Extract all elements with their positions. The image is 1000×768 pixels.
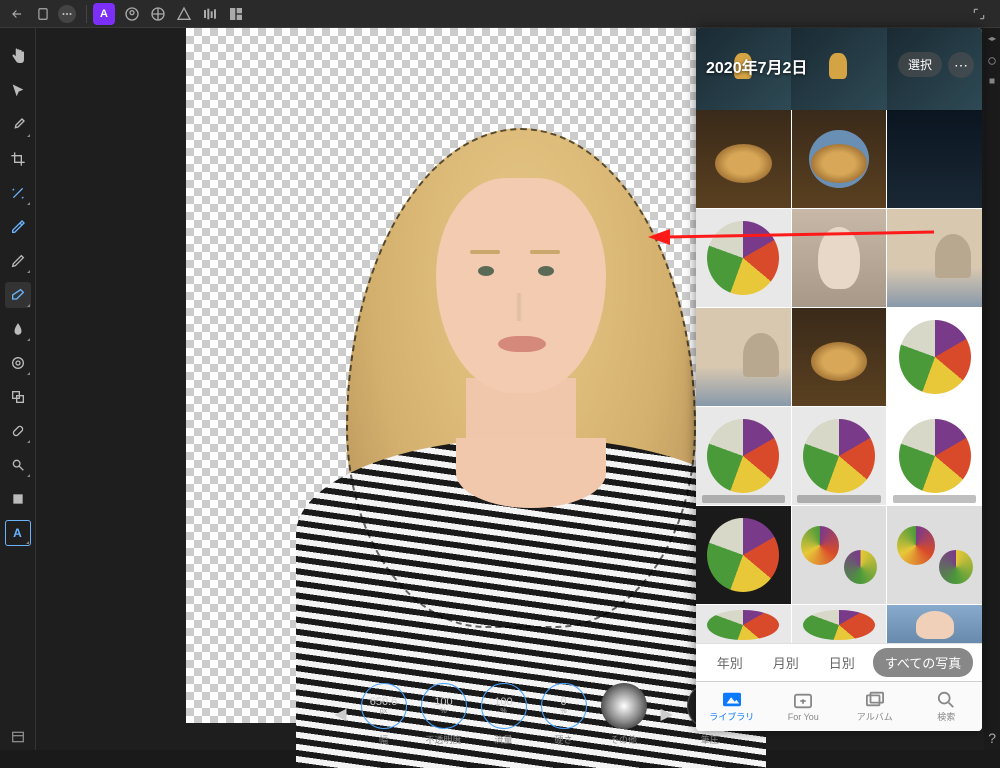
adjust-icon[interactable]	[987, 56, 997, 66]
pencil-tool[interactable]	[5, 248, 31, 274]
document-button[interactable]	[32, 3, 54, 25]
help-button[interactable]: ?	[988, 730, 996, 746]
brush-parameters: ◀ 650.6px 幅 100% 不透明度 100% 流量 0% 硬さ その他 …	[336, 678, 731, 750]
eyedropper-tool[interactable]	[5, 214, 31, 240]
tab-year[interactable]: 年別	[705, 648, 755, 677]
subject-portrait	[306, 98, 736, 748]
photo-thumb[interactable]	[887, 506, 982, 604]
photo-thumb[interactable]	[792, 308, 887, 406]
crop-tool[interactable]	[5, 146, 31, 172]
photo-thumb[interactable]	[792, 407, 887, 505]
persona-e-icon[interactable]	[225, 3, 247, 25]
search-icon	[935, 690, 957, 708]
persona-b-icon[interactable]	[147, 3, 169, 25]
clone-tool[interactable]	[5, 384, 31, 410]
app-icon[interactable]: A	[93, 3, 115, 25]
persona-d-icon[interactable]	[199, 3, 221, 25]
panel-toggle-icon[interactable]	[5, 724, 31, 750]
flow-dial[interactable]: 100% 流量	[481, 683, 527, 746]
time-scope-tabs: 年別 月別 日別 すべての写真	[696, 643, 982, 681]
photo-thumb[interactable]	[696, 605, 791, 643]
eraser-tool[interactable]	[5, 282, 31, 308]
blur-tool[interactable]	[5, 350, 31, 376]
photo-thumb[interactable]	[887, 605, 982, 643]
photo-thumb[interactable]	[887, 407, 982, 505]
topbar: A	[0, 0, 1000, 28]
photo-thumb[interactable]	[887, 209, 982, 307]
tab-day[interactable]: 日別	[817, 648, 867, 677]
select-button[interactable]: 選択	[898, 52, 942, 77]
text-tool[interactable]: A	[5, 520, 31, 546]
dodge-tool[interactable]	[5, 452, 31, 478]
params-prev-button[interactable]: ◀	[334, 704, 346, 724]
photos-header: 2020年7月2日 選択 ⋯	[696, 28, 982, 110]
persona-c-icon[interactable]	[173, 3, 195, 25]
tab-foryou[interactable]: For You	[768, 682, 840, 731]
photo-thumb[interactable]	[887, 110, 982, 208]
hand-tool[interactable]	[5, 44, 31, 70]
persona-a-icon[interactable]	[121, 3, 143, 25]
albums-icon	[864, 690, 886, 708]
brush-tool[interactable]	[5, 112, 31, 138]
back-button[interactable]	[6, 3, 28, 25]
photo-thumb[interactable]	[792, 605, 887, 643]
photo-thumb[interactable]	[792, 506, 887, 604]
photo-thumb[interactable]	[696, 407, 791, 505]
tab-albums[interactable]: アルバム	[839, 682, 911, 731]
photos-tabbar: ライブラリ For You アルバム 検索	[696, 681, 982, 731]
library-icon	[721, 690, 743, 708]
photo-thumb[interactable]	[696, 308, 791, 406]
fullscreen-icon[interactable]	[968, 3, 990, 25]
right-strip	[984, 28, 1000, 750]
tab-library[interactable]: ライブラリ	[696, 682, 768, 731]
photo-thumb[interactable]	[696, 110, 791, 208]
magic-wand-tool[interactable]	[5, 180, 31, 206]
photos-date-label: 2020年7月2日	[706, 54, 807, 78]
foryou-icon	[792, 692, 814, 710]
tab-month[interactable]: 月別	[761, 648, 811, 677]
layers-icon[interactable]	[987, 36, 997, 46]
tab-search[interactable]: 検索	[911, 682, 983, 731]
fx-icon[interactable]	[987, 76, 997, 86]
photos-more-button[interactable]: ⋯	[948, 52, 974, 78]
width-dial[interactable]: 650.6px 幅	[361, 683, 407, 746]
heal-tool[interactable]	[5, 418, 31, 444]
photos-picker-panel: 2020年7月2日 選択 ⋯	[696, 28, 982, 731]
photo-thumb[interactable]	[887, 308, 982, 406]
photo-thumb[interactable]	[696, 506, 791, 604]
fill-tool[interactable]	[5, 486, 31, 512]
photo-thumb[interactable]	[792, 209, 887, 307]
left-toolbar: A	[0, 28, 36, 750]
hardness-dial[interactable]: 0% 硬さ	[541, 683, 587, 746]
photos-grid	[696, 110, 982, 643]
photo-thumb[interactable]	[696, 209, 791, 307]
opacity-dial[interactable]: 100% 不透明度	[421, 683, 467, 746]
pointer-tool[interactable]	[5, 78, 31, 104]
more-dial[interactable]: その他	[601, 683, 647, 746]
photo-thumb[interactable]	[792, 110, 887, 208]
tab-all-photos[interactable]: すべての写真	[873, 648, 974, 677]
more-button[interactable]	[58, 5, 76, 23]
smudge-tool[interactable]	[5, 316, 31, 342]
params-next-button[interactable]: ▶	[661, 704, 673, 724]
